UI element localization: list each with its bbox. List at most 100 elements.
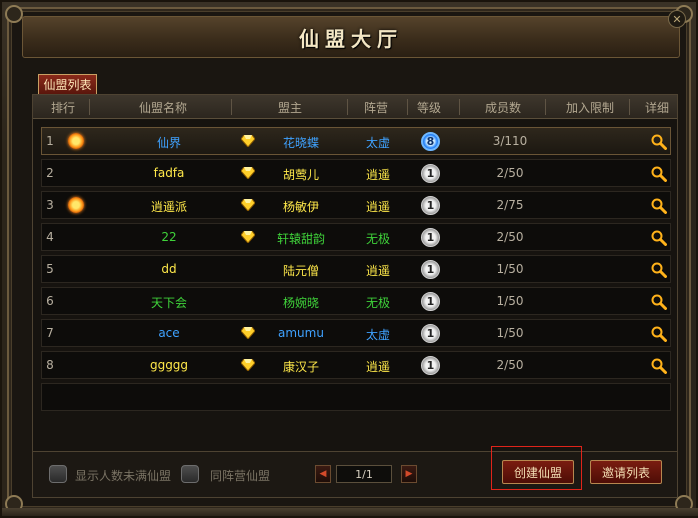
row-rank: 2 — [46, 166, 54, 180]
row-members: 2/75 — [496, 198, 524, 212]
row-guild-name: 逍遥派 — [150, 200, 187, 214]
same-faction-label: 同阵营仙盟 — [210, 469, 271, 483]
table-row[interactable]: 3 逍遥派 杨敏伊 逍遥 1 2/75 — [41, 191, 671, 219]
row-leader: 杨敏伊 — [282, 200, 319, 214]
row-members: 1/50 — [496, 262, 524, 276]
table-row[interactable]: 6 天下会 杨婉晓 无极 1 1/50 — [41, 287, 671, 315]
search-icon[interactable] — [651, 294, 667, 310]
prev-page-button[interactable]: ◀ — [315, 465, 331, 483]
diamond-icon — [240, 198, 256, 212]
not-full-label: 显示人数未满仙盟 — [75, 469, 172, 483]
diamond-icon — [240, 326, 256, 340]
table-row[interactable]: 5 dd 陆元僧 逍遥 1 1/50 — [41, 255, 671, 283]
column-members: 成员数 — [484, 101, 521, 115]
row-rank: 4 — [46, 230, 54, 244]
row-guild-name: fadfa — [153, 166, 185, 180]
guild-rows: 1 仙界 花晓蝶 太虚 8 3/110 2 fadfa 胡莺儿 逍遥 1 2/50 3 逍遥派 杨敏伊 逍遥 1… — [41, 127, 671, 415]
search-icon[interactable] — [651, 262, 667, 278]
same-faction-checkbox[interactable] — [181, 465, 199, 483]
row-members: 2/50 — [496, 166, 524, 180]
next-page-button[interactable]: ▶ — [401, 465, 417, 483]
column-join-limit: 加入限制 — [565, 101, 614, 115]
row-rank: 5 — [46, 262, 54, 276]
column-guild-name: 仙盟名称 — [138, 101, 187, 115]
row-guild-name: ggggg — [149, 358, 189, 372]
table-row[interactable]: 2 fadfa 胡莺儿 逍遥 1 2/50 — [41, 159, 671, 187]
level-badge: 1 — [421, 356, 440, 375]
row-members: 2/50 — [496, 358, 524, 372]
row-faction: 逍遥 — [365, 168, 390, 182]
row-members: 2/50 — [496, 230, 524, 244]
row-leader: 杨婉晓 — [282, 296, 319, 310]
sun-icon — [68, 197, 84, 213]
level-badge: 1 — [421, 292, 440, 311]
diamond-icon — [240, 134, 256, 148]
create-button-highlight — [491, 446, 582, 490]
row-leader: 胡莺儿 — [282, 168, 319, 182]
row-members: 1/50 — [496, 294, 524, 308]
guild-list-panel: 排行 仙盟名称 盟主 阵营 等级 成员数 加入限制 详细 1 仙界 花晓蝶 太虚 8 3/… — [32, 94, 678, 452]
tab-guild-list[interactable]: 仙盟列表 — [38, 74, 97, 94]
level-badge: 8 — [421, 132, 440, 151]
row-leader: 陆元僧 — [282, 264, 319, 278]
column-header: 排行 仙盟名称 盟主 阵营 等级 成员数 加入限制 详细 — [33, 95, 677, 119]
search-icon[interactable] — [651, 166, 667, 182]
row-rank: 6 — [46, 294, 54, 308]
diamond-icon — [240, 358, 256, 372]
row-faction: 逍遥 — [365, 264, 390, 278]
window-title: 仙盟大厅 — [299, 26, 403, 51]
invite-list-button[interactable]: 邀请列表 — [590, 460, 662, 484]
search-icon[interactable] — [651, 198, 667, 214]
column-rank: 排行 — [50, 101, 75, 115]
row-leader: 花晓蝶 — [282, 136, 319, 150]
row-leader: 轩辕甜韵 — [276, 232, 325, 246]
row-rank: 3 — [46, 198, 54, 212]
search-icon[interactable] — [651, 358, 667, 374]
search-icon[interactable] — [651, 230, 667, 246]
row-guild-name: 仙界 — [156, 136, 181, 150]
title-bar: 仙盟大厅 — [22, 16, 680, 58]
column-leader: 盟主 — [277, 101, 302, 115]
search-icon[interactable] — [651, 134, 667, 150]
row-guild-name: 天下会 — [150, 296, 187, 310]
level-badge: 1 — [421, 324, 440, 343]
row-faction: 无极 — [365, 232, 390, 246]
row-faction: 太虚 — [365, 136, 390, 150]
row-members: 1/50 — [496, 326, 524, 340]
row-rank: 7 — [46, 326, 54, 340]
row-faction: 逍遥 — [365, 360, 390, 374]
sun-icon — [68, 133, 84, 149]
table-row[interactable]: 1 仙界 花晓蝶 太虚 8 3/110 — [41, 127, 671, 155]
row-faction: 太虚 — [365, 328, 390, 342]
table-row[interactable]: 7 ace amumu 太虚 1 1/50 — [41, 319, 671, 347]
row-guild-name: dd — [161, 262, 177, 276]
column-level: 等级 — [416, 101, 441, 115]
row-leader: 康汉子 — [282, 360, 319, 374]
level-badge: 1 — [421, 196, 440, 215]
row-guild-name: 22 — [161, 230, 177, 244]
close-button[interactable]: ✕ — [668, 10, 686, 28]
diamond-icon — [240, 230, 256, 244]
empty-row — [41, 383, 671, 411]
bottom-strip — [2, 508, 698, 516]
table-row[interactable]: 4 22 轩辕甜韵 无极 1 2/50 — [41, 223, 671, 251]
guild-hall-window: 仙盟大厅 ✕ 仙盟列表 排行 仙盟名称 盟主 阵营 等级 成员数 加入限制 详细… — [0, 0, 698, 518]
column-faction: 阵营 — [363, 101, 388, 115]
row-leader: amumu — [278, 326, 324, 340]
diamond-icon — [240, 166, 256, 180]
row-faction: 逍遥 — [365, 200, 390, 214]
row-faction: 无极 — [365, 296, 390, 310]
level-badge: 1 — [421, 228, 440, 247]
row-members: 3/110 — [492, 134, 528, 148]
row-rank: 8 — [46, 358, 54, 372]
table-row[interactable]: 8 ggggg 康汉子 逍遥 1 2/50 — [41, 351, 671, 379]
page-indicator: 1/1 — [336, 465, 392, 483]
row-guild-name: ace — [158, 326, 180, 340]
level-badge: 1 — [421, 164, 440, 183]
search-icon[interactable] — [651, 326, 667, 342]
column-details: 详细 — [644, 101, 669, 115]
level-badge: 1 — [421, 260, 440, 279]
not-full-checkbox[interactable] — [49, 465, 67, 483]
row-rank: 1 — [46, 134, 54, 148]
corner-ornament — [5, 5, 23, 23]
